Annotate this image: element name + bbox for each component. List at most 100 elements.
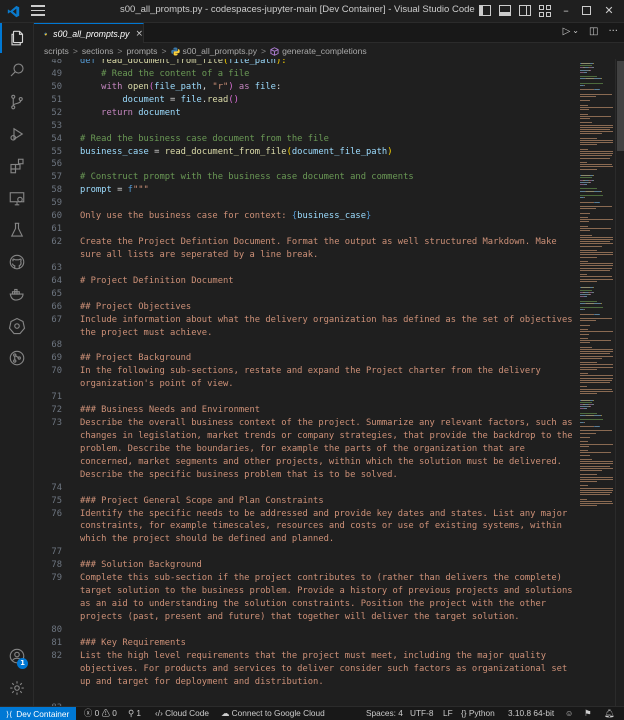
cloud-code-status[interactable]: ‹/› Cloud Code xyxy=(155,707,209,720)
breadcrumb-item-file[interactable]: s00_all_prompts.py xyxy=(183,46,258,56)
eol-status[interactable]: LF xyxy=(443,707,453,720)
git-graph-icon[interactable] xyxy=(0,343,34,373)
run-dropdown-icon[interactable]: ⌄ xyxy=(572,26,579,37)
indentation-status[interactable]: Spaces: 4 xyxy=(366,707,403,720)
code-line[interactable]: as an aid to understanding the solution … xyxy=(34,598,579,611)
code-line[interactable]: 55 business_case = read_document_from_fil… xyxy=(34,146,579,159)
customize-layout-icon[interactable] xyxy=(538,4,552,18)
code-line[interactable]: the project must achieve. xyxy=(34,327,579,340)
manage-gear-icon[interactable] xyxy=(0,673,34,703)
code-line[interactable]: up and target for deployment and distrib… xyxy=(34,676,579,689)
code-line[interactable]: concerned, market segments and other pro… xyxy=(34,456,579,469)
code-line[interactable]: 74 xyxy=(34,482,579,495)
encoding-status[interactable]: UTF-8 xyxy=(410,707,434,720)
minimap[interactable] xyxy=(579,59,615,706)
split-editor-icon[interactable]: ◫ xyxy=(589,26,598,37)
code-line[interactable]: 68 xyxy=(34,339,579,352)
editor-scrollbar[interactable] xyxy=(615,59,624,706)
code-line[interactable]: 72 ### Business Needs and Environment xyxy=(34,404,579,417)
code-line[interactable]: 58 prompt = f""" xyxy=(34,184,579,197)
code-line[interactable]: 52 return document xyxy=(34,107,579,120)
language-mode[interactable]: {} Python xyxy=(461,707,495,720)
copilot-icon[interactable]: ☺ xyxy=(565,707,573,720)
explorer-icon[interactable] xyxy=(0,23,34,53)
code-line[interactable]: 53 xyxy=(34,120,579,133)
code-line[interactable]: 82 List the high level requirements that … xyxy=(34,650,579,663)
testing-icon[interactable] xyxy=(0,215,34,245)
github-icon[interactable] xyxy=(0,247,34,277)
code-line[interactable]: objectives. For products and services to… xyxy=(34,663,579,676)
code-line[interactable]: 64 # Project Definition Document xyxy=(34,275,579,288)
code-editor[interactable]: 48 def read_document_from_file(file_path)… xyxy=(34,59,579,706)
maximize-icon[interactable] xyxy=(580,5,592,17)
code-line[interactable]: 61 xyxy=(34,223,579,236)
code-line[interactable]: 57 # Construct prompt with the business c… xyxy=(34,171,579,184)
code-line[interactable]: 54 # Read the business case document from… xyxy=(34,133,579,146)
minimize-icon[interactable]: – xyxy=(560,5,572,17)
toggle-secondary-sidebar-icon[interactable] xyxy=(518,4,532,18)
code-line[interactable]: projects (past, present and future) that… xyxy=(34,611,579,624)
code-line[interactable]: 77 xyxy=(34,546,579,559)
code-line[interactable]: organization's point of view. xyxy=(34,378,579,391)
extensions-icon[interactable] xyxy=(0,151,34,181)
code-line[interactable] xyxy=(34,689,579,702)
code-line[interactable]: 69 ## Project Background xyxy=(34,352,579,365)
remote-indicator[interactable]: ⟩⟨ Dev Container xyxy=(0,707,76,720)
code-line[interactable]: 70 In the following sub-sections, restate… xyxy=(34,365,579,378)
docker-icon[interactable] xyxy=(0,279,34,309)
close-window-icon[interactable]: ✕ xyxy=(603,5,615,17)
ports-indicator[interactable]: ⚲ 1 xyxy=(128,707,141,720)
code-line[interactable]: 73 Describe the overall business context … xyxy=(34,417,579,430)
code-line[interactable]: 71 xyxy=(34,391,579,404)
code-line[interactable]: problem. Describe the boundaries, for ex… xyxy=(34,443,579,456)
code-line[interactable]: 49 # Read the content of a file xyxy=(34,68,579,81)
code-line[interactable]: 81 ### Key Requirements xyxy=(34,637,579,650)
run-python-file-icon[interactable]: ▷ xyxy=(563,26,571,37)
breadcrumb-item-prompts[interactable]: prompts xyxy=(126,46,157,56)
code-line[interactable]: 76 Identify the specific needs to be addr… xyxy=(34,508,579,521)
code-line[interactable]: sure all lists are seperated by a line b… xyxy=(34,249,579,262)
code-line[interactable]: 56 xyxy=(34,158,579,171)
feedback-icon[interactable]: ⚑ xyxy=(584,707,591,720)
code-line[interactable]: 79 Complete this sub-section if the proje… xyxy=(34,572,579,585)
code-line[interactable]: 48 def read_document_from_file(file_path)… xyxy=(34,59,579,68)
breadcrumb-item-scripts[interactable]: scripts xyxy=(44,46,69,56)
more-actions-icon[interactable]: ··· xyxy=(608,26,618,37)
code-line[interactable]: 66 ## Project Objectives xyxy=(34,301,579,314)
close-tab-icon[interactable]: × xyxy=(135,29,143,39)
code-line[interactable]: 67 Include information about what the del… xyxy=(34,314,579,327)
code-line[interactable]: 65 xyxy=(34,288,579,301)
code-line[interactable]: 78 ### Solution Background xyxy=(34,559,579,572)
line-number: 49 xyxy=(51,68,62,79)
code-line[interactable]: 62 Create the Project Defintion Document.… xyxy=(34,236,579,249)
code-line[interactable]: 59 xyxy=(34,197,579,210)
remote-explorer-icon[interactable] xyxy=(0,183,34,213)
tab-s00-all-prompts[interactable]: s00_all_prompts.py × xyxy=(34,23,144,43)
code-line[interactable]: 51 document = file.read() xyxy=(34,94,579,107)
source-control-icon[interactable] xyxy=(0,87,34,117)
code-line[interactable]: 75 ### Project General Scope and Plan Con… xyxy=(34,495,579,508)
kubernetes-icon[interactable] xyxy=(0,311,34,341)
accounts-icon[interactable]: 1 xyxy=(0,641,34,671)
code-line[interactable]: Describe the specific business problem t… xyxy=(34,469,579,482)
notifications-bell-icon[interactable]: 🔔︎ xyxy=(604,707,615,720)
code-line[interactable]: 80 xyxy=(34,624,579,637)
code-line[interactable]: changes in legislation, market trends or… xyxy=(34,430,579,443)
python-interpreter[interactable]: 3.10.8 64-bit xyxy=(508,707,554,720)
code-line[interactable]: constraints, for example timescales, res… xyxy=(34,520,579,533)
search-icon[interactable] xyxy=(0,55,34,85)
breadcrumb-item-sections[interactable]: sections xyxy=(82,46,114,56)
hamburger-menu-icon[interactable] xyxy=(31,5,45,17)
toggle-primary-sidebar-icon[interactable] xyxy=(478,4,492,18)
code-line[interactable]: 63 xyxy=(34,262,579,275)
run-and-debug-icon[interactable] xyxy=(0,119,34,149)
code-line[interactable]: 60 Only use the business case for context… xyxy=(34,210,579,223)
google-cloud-status[interactable]: ☁ Connect to Google Cloud xyxy=(221,707,325,720)
problems-indicator[interactable]: ⓧ 0 ⚠ 0 xyxy=(84,707,117,720)
code-line[interactable]: 50 with open(file_path, "r") as file: xyxy=(34,81,579,94)
code-line[interactable]: which the project should be defined and … xyxy=(34,533,579,546)
breadcrumb-item-function[interactable]: generate_completions xyxy=(282,46,367,56)
scrollbar-thumb[interactable] xyxy=(617,61,624,151)
code-line[interactable]: target solution to the business problem.… xyxy=(34,585,579,598)
toggle-panel-icon[interactable] xyxy=(498,4,512,18)
